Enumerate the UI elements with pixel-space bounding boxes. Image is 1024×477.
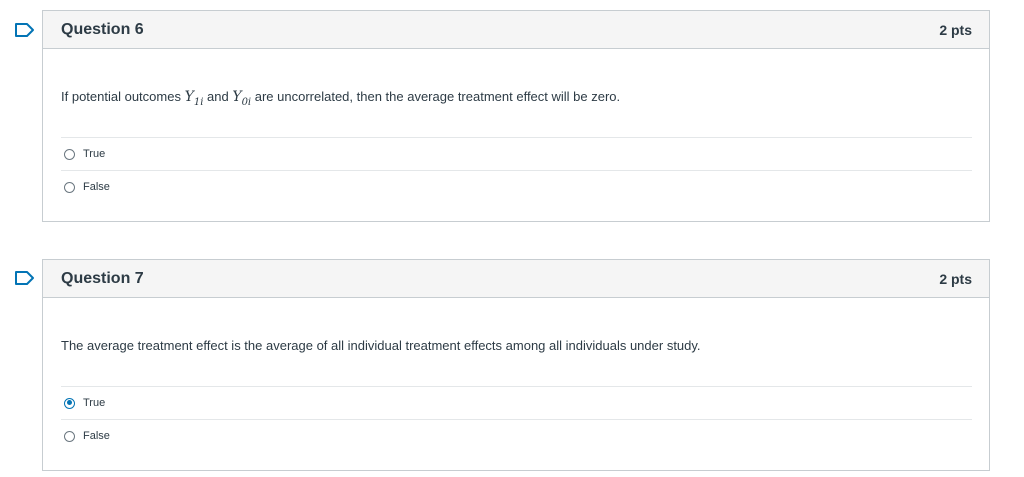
answer-option-true[interactable]: True: [61, 138, 972, 171]
question-points: 2 pts: [939, 21, 972, 38]
flag-question-icon[interactable]: [14, 22, 36, 38]
radio-button[interactable]: [64, 181, 75, 193]
question-text: The average treatment effect is the aver…: [61, 338, 701, 353]
question-header: Question 6 2 pts: [43, 11, 989, 49]
question-points: 2 pts: [939, 270, 972, 287]
math-y0i: Y0i: [232, 89, 252, 108]
question-title: Question 6: [61, 20, 144, 38]
answer-label: False: [83, 430, 110, 442]
flag-question-icon[interactable]: [14, 270, 36, 286]
question-title: Question 7: [61, 269, 144, 287]
question-text: If potential outcomes Y1i and Y0i are un…: [61, 89, 621, 108]
question-card: Question 6 2 pts If potential outcomes Y…: [42, 10, 990, 222]
answer-label: True: [83, 397, 106, 409]
question-card: Question 7 2 pts The average treatment e…: [42, 259, 990, 471]
answer-label: False: [83, 181, 110, 193]
radio-button[interactable]: [64, 148, 75, 160]
math-y1i: Y1i: [184, 89, 204, 108]
radio-button-selected[interactable]: [64, 397, 75, 409]
answer-option-false[interactable]: False: [61, 420, 972, 452]
answer-option-true[interactable]: True: [61, 387, 972, 420]
answer-list: True False: [61, 137, 972, 203]
answer-label: True: [83, 148, 106, 160]
radio-button[interactable]: [64, 430, 75, 442]
answer-option-false[interactable]: False: [61, 171, 972, 203]
question-header: Question 7 2 pts: [43, 260, 989, 298]
answer-list: True False: [61, 386, 972, 452]
